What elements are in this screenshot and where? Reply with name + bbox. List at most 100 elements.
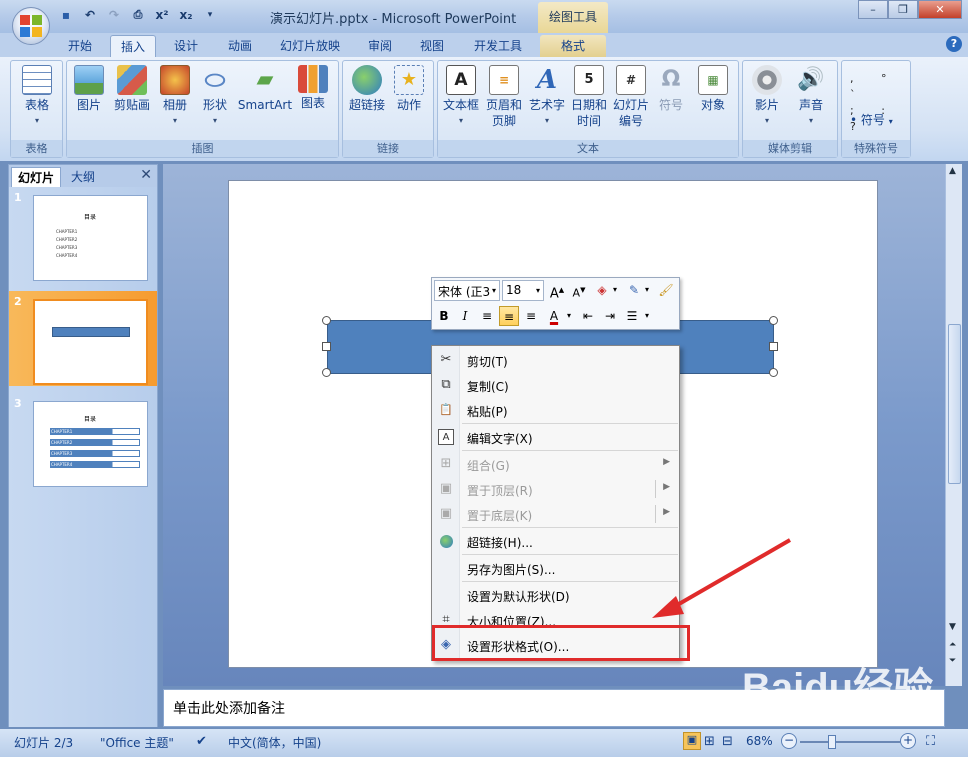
format-painter-icon[interactable]: 🖌 [656,280,676,300]
resize-handle[interactable] [769,342,778,351]
shapes-button[interactable]: ⬭ 形状 ▾ [197,63,233,129]
zoom-level[interactable]: 68% [746,734,773,748]
slide-thumbnail-3[interactable]: 3 目录 CHAPTER1 CHAPTER2 CHAPTER3 CHAPTER4 [9,393,157,488]
scroll-thumb[interactable] [948,324,961,484]
resize-handle[interactable] [769,368,778,377]
menu-item-save-as-picture[interactable]: 另存为图片(S)... [432,556,679,581]
bullets-icon[interactable]: ☰ [622,306,642,326]
menu-item-set-default-shape[interactable]: 设置为默认形状(D) [432,583,679,608]
menu-item-bring-to-front[interactable]: ▣ 置于顶层(R) ▶ [432,477,679,502]
sound-button[interactable]: 🔊 声音 ▾ [791,63,831,129]
resize-handle[interactable] [769,316,778,325]
smartart-button[interactable]: ▰ SmartArt [237,63,293,113]
increase-indent-icon[interactable]: ⇥ [600,306,620,326]
vertical-scrollbar[interactable]: ▲ ▼ ⏶ ⏷ [945,164,962,686]
fit-to-window-icon[interactable]: ⛶ [926,734,935,749]
zoom-slider-thumb[interactable] [828,735,837,749]
font-color-dropdown[interactable]: ▾ [564,306,574,326]
align-center-button[interactable]: ≡ [499,306,519,326]
align-left-button[interactable]: ≡ [477,306,497,326]
decrease-indent-icon[interactable]: ⇤ [578,306,598,326]
previous-slide-icon[interactable]: ⏶ [949,640,956,650]
tab-insert[interactable]: 插入 [110,35,157,57]
close-button[interactable]: ✕ [918,0,962,19]
fill-color-dropdown[interactable]: ▾ [610,280,620,300]
tab-design[interactable]: 设计 [164,35,208,57]
spelling-check-icon[interactable]: ✔ [196,734,207,749]
font-select[interactable]: 宋体 (正3 ▾ [434,280,500,301]
subscript-button[interactable]: x₂ [178,7,194,23]
theme-name[interactable]: "Office 主题" [100,734,174,751]
action-button[interactable]: ★ 动作 [391,63,427,113]
close-pane-icon[interactable]: ✕ [140,167,152,183]
special-symbol-button[interactable]: • 符号 ▾ [850,111,893,128]
zoom-out-icon[interactable]: − [781,733,797,749]
menu-item-hyperlink[interactable]: 超链接(H)... [432,529,679,554]
tab-home[interactable]: 开始 [58,35,102,57]
menu-item-copy[interactable]: ⧉ 复制(C) [432,373,679,398]
zoom-in-icon[interactable]: + [900,733,916,749]
font-color-button[interactable]: A [544,306,564,326]
grow-font-button[interactable]: A▲ [547,280,567,301]
font-size-select[interactable]: 18 ▾ [502,280,544,301]
tab-slides[interactable]: 幻灯片 [11,167,62,187]
slideshow-view-icon[interactable]: ⊟ [722,734,733,749]
object-button[interactable]: ▦ 对象 [693,63,733,113]
fill-color-icon[interactable]: ◈ [592,280,612,300]
slide-number-button[interactable]: # 幻灯片 编号 [611,63,651,129]
tab-format[interactable]: 格式 [540,35,606,57]
customize-qat-icon[interactable]: ▾ [202,7,218,23]
next-slide-icon[interactable]: ⏷ [949,656,956,666]
resize-handle[interactable] [322,368,331,377]
normal-view-icon[interactable]: ▣ [683,732,701,750]
bold-button[interactable]: B [434,306,454,326]
superscript-button[interactable]: x² [154,7,170,23]
line-color-icon[interactable]: ✎ [624,280,644,300]
photo-album-button[interactable]: 相册 ▾ [157,63,193,129]
header-footer-button[interactable]: ≡ 页眉和 页脚 [483,63,525,129]
menu-item-send-to-back[interactable]: ▣ 置于底层(K) ▶ [432,502,679,527]
language-indicator[interactable]: 中文(简体，中国) [228,734,321,751]
movie-button[interactable]: 影片 ▾ [747,63,787,129]
undo-icon[interactable]: ↶ [82,7,98,23]
symbol-button[interactable]: Ω 符号 [653,63,689,113]
submenu-arrow-icon[interactable]: ▶ [663,507,670,517]
tab-slideshow[interactable]: 幻灯片放映 [270,35,350,57]
align-right-button[interactable]: ≡ [521,306,541,326]
menu-item-group[interactable]: ⊞ 组合(G) ▶ [432,452,679,477]
help-icon[interactable]: ? [946,36,962,52]
scroll-up-icon[interactable]: ▲ [949,166,956,176]
line-color-dropdown[interactable]: ▾ [642,280,652,300]
slide-thumbnail-2[interactable]: 2 [9,291,157,386]
tab-outline[interactable]: 大纲 [65,167,101,187]
print-preview-icon[interactable]: ⎙ [130,7,146,23]
menu-item-paste[interactable]: 📋 粘贴(P) [432,398,679,423]
tab-review[interactable]: 审阅 [358,35,402,57]
picture-button[interactable]: 图片 [71,63,107,113]
resize-handle[interactable] [322,342,331,351]
tab-developer[interactable]: 开发工具 [464,35,532,57]
date-time-button[interactable]: 5 日期和 时间 [569,63,609,129]
hyperlink-button[interactable]: 超链接 [347,63,387,113]
menu-item-cut[interactable]: ✂ 剪切(T) [432,348,679,373]
menu-item-edit-text[interactable]: A 编辑文字(X) [432,425,679,450]
tab-view[interactable]: 视图 [410,35,454,57]
clipart-button[interactable]: 剪贴画 [109,63,155,113]
table-button[interactable]: 表格 ▾ [16,63,58,129]
scroll-down-icon[interactable]: ▼ [949,622,956,632]
bullets-dropdown[interactable]: ▾ [642,306,652,326]
submenu-arrow-icon[interactable]: ▶ [663,482,670,492]
tab-animations[interactable]: 动画 [218,35,262,57]
chart-button[interactable]: 图表 [295,63,331,111]
textbox-button[interactable]: A 文本框 ▾ [441,63,481,129]
save-icon[interactable]: ▪ [58,7,74,23]
shrink-font-button[interactable]: A▼ [569,280,589,300]
slide-thumbnail-1[interactable]: 1 目录 CHAPTER1 CHAPTER2 CHAPTER3 CHAPTER4 [9,187,157,282]
minimize-button[interactable]: – [858,0,888,19]
slide-sorter-icon[interactable]: ⊞ [704,734,715,749]
office-button[interactable] [12,7,50,45]
restore-button[interactable]: ❐ [888,0,918,19]
wordart-button[interactable]: A 艺术字 ▾ [527,63,567,129]
resize-handle[interactable] [322,316,331,325]
italic-button[interactable]: I [455,306,475,326]
